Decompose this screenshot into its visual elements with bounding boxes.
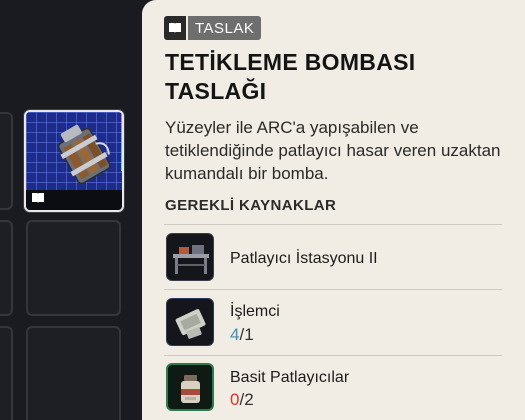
requirement-row: Basit Patlayıcılar 0/2 xyxy=(164,357,502,420)
processor-icon xyxy=(166,298,214,346)
required-count: /2 xyxy=(239,390,254,409)
item-tooltip-panel: TASLAK TETİKLEME BOMBASI TASLAĞI Yüzeyle… xyxy=(142,0,525,420)
inventory-slot[interactable] xyxy=(26,326,121,420)
requirement-row: Patlayıcı İstasyonu II xyxy=(164,226,502,290)
required-count: /1 xyxy=(239,325,254,344)
requirement-name: İşlemci xyxy=(230,303,280,320)
requirement-count: 0/2 xyxy=(230,390,254,410)
inventory-slot[interactable] xyxy=(26,220,121,316)
requirements-header: GEREKLİ KAYNAKLAR xyxy=(165,197,337,214)
requirement-name: Patlayıcı İstasyonu II xyxy=(230,250,378,267)
divider xyxy=(164,355,502,356)
book-icon xyxy=(164,16,186,40)
requirement-row: İşlemci 4/1 xyxy=(164,291,502,355)
item-type-label: TASLAK xyxy=(186,16,262,40)
inventory-slot[interactable] xyxy=(0,220,13,316)
requirement-count: 4/1 xyxy=(230,325,254,345)
item-type-badge: TASLAK xyxy=(164,16,262,40)
book-icon xyxy=(32,193,44,203)
inventory-slot[interactable] xyxy=(0,112,13,210)
divider xyxy=(164,289,502,290)
requirement-name: Basit Patlayıcılar xyxy=(230,369,350,386)
item-title: TETİKLEME BOMBASI TASLAĞI xyxy=(165,49,416,104)
trigger-bomb-item-icon xyxy=(57,124,111,185)
inventory-slot-selected[interactable] xyxy=(24,110,124,212)
item-description: Yüzeyler ile ARC'a yapışabilen ve tetikl… xyxy=(165,118,501,183)
divider xyxy=(164,224,502,225)
inventory-slot[interactable] xyxy=(0,326,13,420)
inventory-grid xyxy=(0,0,150,420)
workbench-icon xyxy=(166,233,214,281)
explosives-icon xyxy=(166,363,214,411)
